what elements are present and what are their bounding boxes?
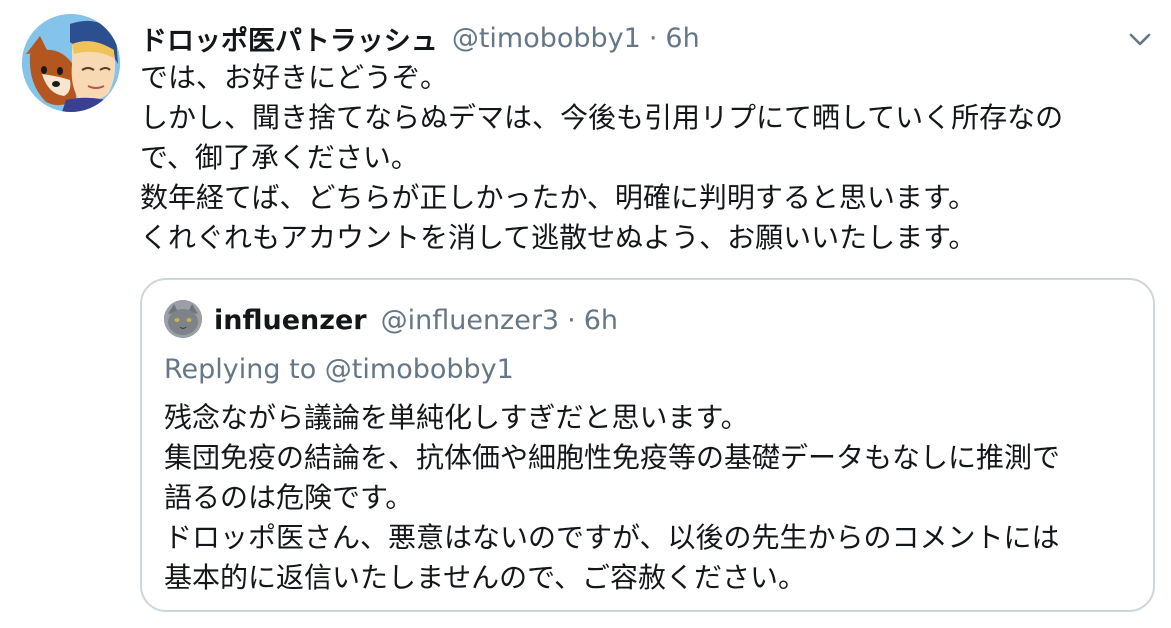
tweet-timestamp[interactable]: 6h <box>665 23 699 54</box>
quoted-tweet[interactable]: influenzer @influenzer3 · 6h Replying to… <box>140 278 1155 612</box>
quoted-tweet-header: influenzer @influenzer3 · 6h <box>214 300 618 340</box>
quoted-text-line: ドロッポ医さん、悪意はないのですが、以後の先生からのコメントには <box>164 521 1060 554</box>
tweet[interactable]: ドロッポ医パトラッシュ @timobobby1 · 6h では、お好きにどうぞ。… <box>0 0 1171 628</box>
tweet-header: ドロッポ医パトラッシュ @timobobby1 · 6h <box>140 18 700 58</box>
quoted-avatar[interactable] <box>164 300 202 338</box>
quoted-text-line: 基本的に返信いたしませんので、ご容赦ください。 <box>164 561 807 594</box>
quoted-author-display-name[interactable]: influenzer <box>214 305 367 336</box>
author-display-name[interactable]: ドロッポ医パトラッシュ <box>140 19 438 58</box>
quoted-text-line: 残念ながら議論を単純化しすぎだと思います。 <box>164 401 749 434</box>
quoted-tweet-text: 残念ながら議論を単純化しすぎだと思います。 集団免疫の結論を、抗体価や細胞性免疫… <box>164 398 1134 598</box>
tweet-text-line: しかし、聞き捨てならぬデマは、今後も引用リプにて晒していく所存なの <box>140 101 1064 134</box>
avatar-image <box>22 14 120 112</box>
quoted-author-handle[interactable]: @influenzer3 <box>381 305 560 336</box>
separator-dot: · <box>648 22 658 54</box>
quoted-text-line: 語るのは危険です。 <box>164 481 414 514</box>
quoted-tweet-timestamp[interactable]: 6h <box>584 305 618 336</box>
separator-dot: · <box>567 304 576 336</box>
tweet-text-line: では、お好きにどうぞ。 <box>140 61 449 94</box>
replying-to: Replying to @timobobby1 <box>164 354 514 385</box>
avatar[interactable] <box>22 14 120 112</box>
tweet-text-line: 数年経てば、どちらが正しかったか、明確に判明すると思います。 <box>140 181 977 214</box>
author-handle[interactable]: @timobobby1 <box>452 23 641 54</box>
quoted-text-line: 集団免疫の結論を、抗体価や細胞性免疫等の基礎データもなしに推測で <box>164 441 1061 474</box>
tweet-text: では、お好きにどうぞ。 しかし、聞き捨てならぬデマは、今後も引用リプにて晒してい… <box>140 58 1150 258</box>
chevron-down-icon[interactable] <box>1125 24 1155 54</box>
quoted-avatar-image <box>164 300 202 338</box>
tweet-text-line: くれぐれもアカウントを消して逃散せぬよう、お願いいたします。 <box>140 221 977 254</box>
tweet-text-line: で、御了承ください。 <box>140 141 419 174</box>
